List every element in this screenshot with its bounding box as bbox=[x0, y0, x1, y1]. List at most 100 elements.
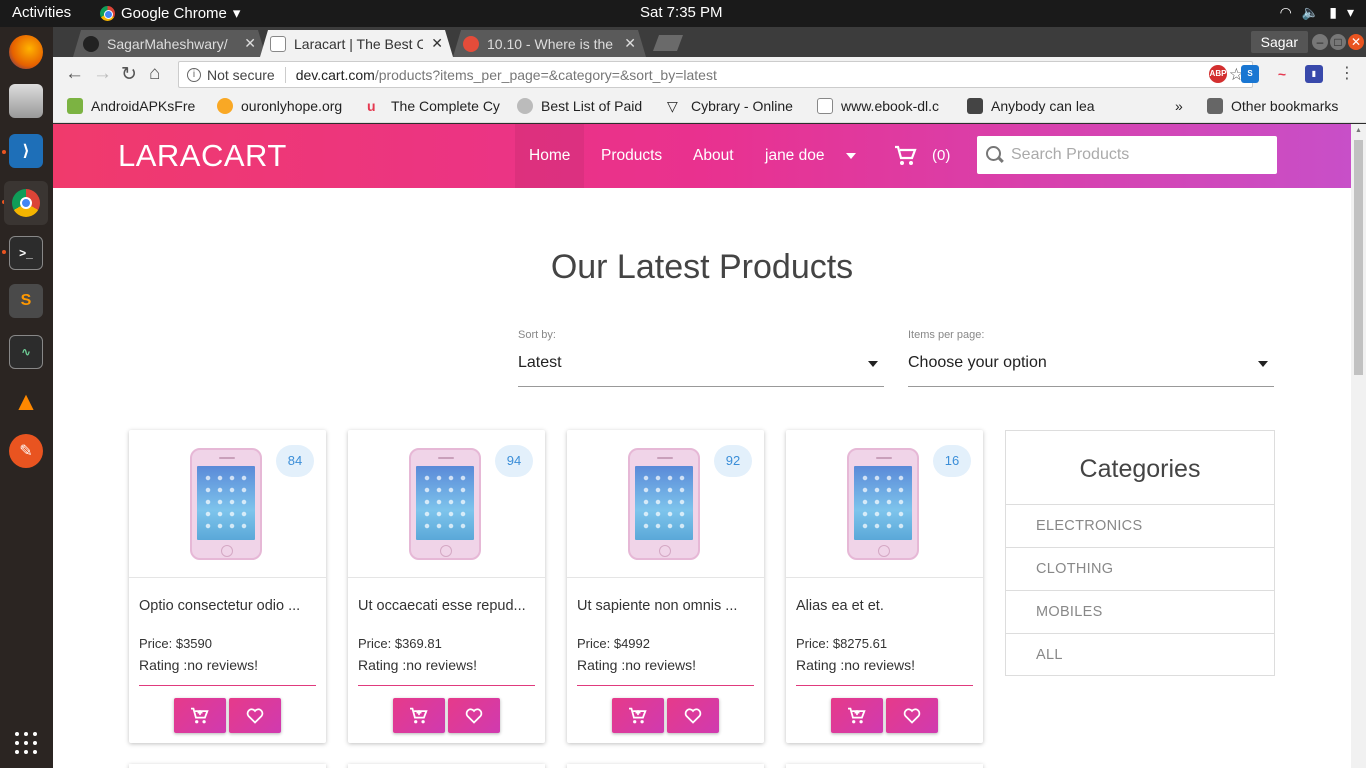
product-title[interactable]: Ut occaecati esse repud... bbox=[358, 598, 535, 614]
folder-icon bbox=[1207, 98, 1223, 114]
sublime-icon[interactable]: S bbox=[9, 284, 43, 318]
category-clothing[interactable]: CLOTHING bbox=[1006, 547, 1274, 590]
wishlist-button[interactable] bbox=[448, 698, 500, 733]
sort-select[interactable]: Sort by: Latest bbox=[518, 329, 884, 387]
add-to-cart-button[interactable] bbox=[174, 698, 226, 733]
tab-askubuntu[interactable]: 10.10 - Where is the ✕ bbox=[453, 30, 646, 57]
product-rating: Rating :no reviews! bbox=[139, 657, 259, 673]
product-card[interactable]: 92 Ut sapiente non omnis ... Price: $499… bbox=[567, 430, 764, 743]
product-title[interactable]: Ut sapiente non omnis ... bbox=[577, 598, 754, 614]
firefox-icon[interactable] bbox=[9, 35, 43, 69]
product-title[interactable]: Optio consectetur odio ... bbox=[139, 598, 316, 614]
search-input[interactable] bbox=[1011, 146, 1271, 164]
product-card[interactable]: 84 Optio consectetur odio ... Price: $35… bbox=[129, 430, 326, 743]
divider bbox=[796, 685, 973, 686]
product-image[interactable]: 92 bbox=[567, 430, 764, 578]
system-tray[interactable]: ◠ 🔈 ▮ ▾ bbox=[1280, 4, 1354, 21]
site-logo[interactable]: LARACART bbox=[118, 138, 287, 174]
product-card[interactable]: 94 Ut occaecati esse repud... Price: $36… bbox=[348, 430, 545, 743]
chrome-dock-icon[interactable] bbox=[4, 181, 48, 225]
files-icon[interactable] bbox=[9, 84, 43, 118]
show-applications-icon[interactable] bbox=[15, 732, 37, 754]
adblock-icon[interactable]: ABP bbox=[1209, 65, 1227, 83]
product-image[interactable]: 84 bbox=[129, 430, 326, 578]
extension-icon[interactable]: S bbox=[1241, 65, 1259, 83]
close-window-button[interactable]: ✕ bbox=[1348, 34, 1364, 50]
user-name: jane doe bbox=[765, 147, 825, 164]
product-card[interactable]: 16 Alias ea et et. Price: $8275.61 Ratin… bbox=[786, 430, 983, 743]
reload-icon[interactable]: ↻ bbox=[121, 63, 137, 86]
activities-button[interactable]: Activities bbox=[12, 4, 71, 21]
user-dropdown[interactable]: jane doe bbox=[751, 124, 870, 188]
home-icon[interactable]: ⌂ bbox=[149, 63, 160, 85]
per-page-value[interactable]: Choose your option bbox=[908, 351, 1274, 387]
add-to-cart-button[interactable] bbox=[393, 698, 445, 733]
other-bookmarks[interactable]: Other bookmarks bbox=[1207, 98, 1338, 114]
page-scrollbar[interactable]: ▲ bbox=[1351, 124, 1366, 768]
system-monitor-icon[interactable]: ∿ bbox=[9, 335, 43, 369]
nav-home[interactable]: Home bbox=[515, 124, 585, 188]
add-to-cart-button[interactable] bbox=[612, 698, 664, 733]
bookmark-label: www.ebook-dl.c bbox=[841, 98, 940, 114]
bookmark-label: Anybody can lea bbox=[991, 98, 1095, 114]
wishlist-button[interactable] bbox=[886, 698, 938, 733]
more-bookmarks-button[interactable]: » bbox=[1175, 98, 1183, 114]
extension-icon[interactable]: ~ bbox=[1273, 65, 1291, 83]
minimize-button[interactable]: – bbox=[1312, 34, 1328, 50]
new-tab-button[interactable] bbox=[653, 35, 683, 51]
system-clock[interactable]: Sat 7:35 PM bbox=[640, 4, 723, 21]
info-icon[interactable]: i bbox=[187, 67, 201, 82]
product-card[interactable] bbox=[786, 764, 983, 768]
close-icon[interactable]: ✕ bbox=[431, 35, 443, 52]
product-card[interactable] bbox=[348, 764, 545, 768]
search-icon bbox=[985, 145, 1005, 165]
product-card[interactable] bbox=[567, 764, 764, 768]
tab-github[interactable]: SagarMaheshwary/ ✕ bbox=[73, 30, 266, 57]
add-to-cart-button[interactable] bbox=[831, 698, 883, 733]
back-icon[interactable]: ← bbox=[65, 63, 84, 85]
bookmark-item[interactable]: Best List of Paid bbox=[517, 98, 657, 114]
vlc-icon[interactable]: ▲ bbox=[9, 384, 43, 418]
vscode-icon[interactable]: ⟩ bbox=[9, 134, 43, 168]
bookmark-item[interactable]: www.ebook-dl.c bbox=[817, 98, 957, 114]
address-bar[interactable]: i Not secure dev.cart.com/products?items… bbox=[178, 61, 1253, 88]
category-electronics[interactable]: ELECTRONICS bbox=[1006, 504, 1274, 547]
heart-icon bbox=[246, 707, 264, 724]
forward-icon[interactable]: → bbox=[93, 63, 112, 85]
wishlist-button[interactable] bbox=[667, 698, 719, 733]
bookmark-item[interactable]: ▽ Cybrary - Online bbox=[667, 98, 807, 114]
terminal-icon[interactable]: >_ bbox=[9, 236, 43, 270]
category-all[interactable]: ALL bbox=[1006, 633, 1274, 676]
maximize-button[interactable]: □ bbox=[1330, 34, 1346, 50]
nav-products[interactable]: Products bbox=[587, 124, 676, 188]
bookmark-item[interactable]: Anybody can lea bbox=[967, 98, 1107, 114]
close-icon[interactable]: ✕ bbox=[624, 35, 636, 52]
close-icon[interactable]: ✕ bbox=[244, 35, 256, 52]
tab-laracart[interactable]: Laracart | The Best C ✕ bbox=[260, 30, 453, 57]
inkscape-icon[interactable]: ✎ bbox=[9, 434, 43, 468]
bookmark-item[interactable]: ouronlyhope.org bbox=[217, 98, 357, 114]
sort-value[interactable]: Latest bbox=[518, 351, 884, 387]
page-icon bbox=[270, 36, 286, 52]
product-card[interactable] bbox=[129, 764, 326, 768]
app-menu[interactable]: Google Chrome ▾ bbox=[100, 4, 240, 22]
product-image[interactable]: 16 bbox=[786, 430, 983, 578]
bookmark-item[interactable]: u The Complete Cy bbox=[367, 98, 507, 114]
scrollbar-thumb[interactable] bbox=[1354, 140, 1363, 375]
profile-button[interactable]: Sagar bbox=[1250, 31, 1308, 53]
scroll-up-icon[interactable]: ▲ bbox=[1355, 127, 1362, 134]
product-title[interactable]: Alias ea et et. bbox=[796, 598, 973, 614]
cart-link[interactable]: (0) bbox=[894, 124, 950, 188]
extension-icon[interactable]: ▮ bbox=[1305, 65, 1323, 83]
category-mobiles[interactable]: MOBILES bbox=[1006, 590, 1274, 633]
search-box[interactable] bbox=[977, 136, 1277, 174]
system-top-bar: Activities Google Chrome ▾ Sat 7:35 PM ◠… bbox=[0, 0, 1366, 27]
bookmark-item[interactable]: AndroidAPKsFre bbox=[67, 98, 207, 114]
url-host: dev.cart.com bbox=[295, 66, 375, 83]
nav-about[interactable]: About bbox=[679, 124, 748, 188]
product-image[interactable]: 94 bbox=[348, 430, 545, 578]
running-indicator bbox=[2, 150, 6, 154]
per-page-select[interactable]: Items per page: Choose your option bbox=[908, 329, 1274, 387]
wishlist-button[interactable] bbox=[229, 698, 281, 733]
menu-icon[interactable]: ⋮ bbox=[1339, 63, 1355, 83]
